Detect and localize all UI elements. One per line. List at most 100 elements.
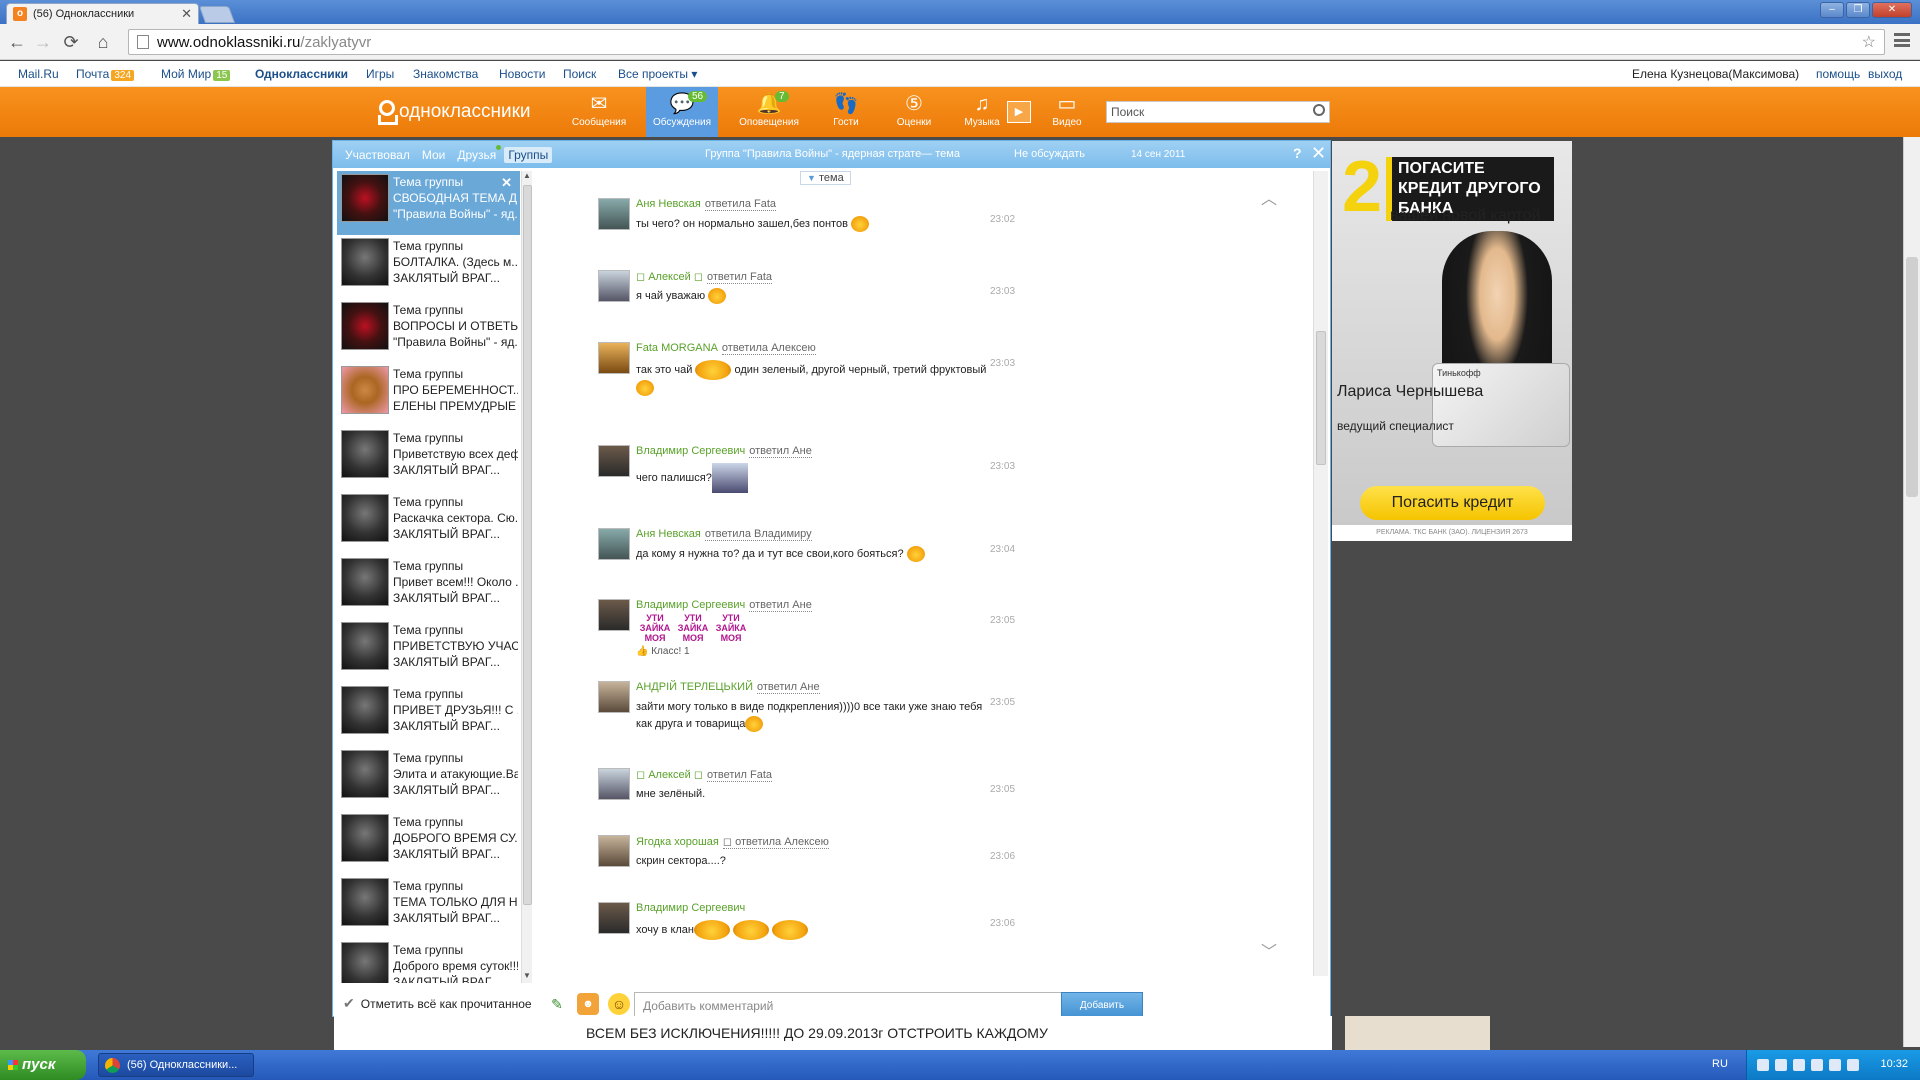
tab-close-icon[interactable]: ✕ [181,6,192,22]
chat-scrollbar[interactable] [1313,171,1328,976]
topics-scrollbar-thumb[interactable] [523,185,532,905]
message-reply-to[interactable]: ответил Ане [749,445,812,458]
nav-ratings[interactable]: ⑤ Оценки [878,87,950,137]
address-bar[interactable]: www.odnoklassniki.ru/zaklyatyvr ☆ [128,29,1885,55]
message-reply-to[interactable]: ◻ ответила Алексею [722,836,829,849]
avatar[interactable] [598,768,630,800]
list-item[interactable]: Тема группы ТЕМА ТОЛЬКО ДЛЯ Н... ЗАКЛЯТЫЙ … [337,875,520,939]
logout-link[interactable]: выход [1868,67,1902,81]
message-reply-to[interactable]: ответил Fata [706,769,773,782]
browser-tab[interactable]: о (56) Одноклассники ✕ [6,3,199,24]
list-item[interactable]: Тема группы Доброго время суток!!!... ЗАКЛ… [337,939,520,983]
list-item[interactable]: Тема группы СВОБОДНАЯ ТЕМА Д... "Правила В… [337,171,520,235]
avatar[interactable] [598,270,630,302]
list-item[interactable]: Тема группы ПРИВЕТ ДРУЗЬЯ!!! С ... ЗАКЛЯТЫ… [337,683,520,747]
message-author[interactable]: Владимир Сергеевич [636,902,745,914]
list-item[interactable]: Тема группы Приветствую всех деф... ЗАКЛЯТ… [337,427,520,491]
ok-logo[interactable]: одноклассники [377,100,531,124]
ad-cta-button[interactable]: Погасить кредит [1360,486,1545,520]
chevron-down-icon[interactable]: ﹀ [1261,938,1277,962]
message-author[interactable]: Ягодка хорошая [636,836,719,848]
tray-icon[interactable] [1811,1059,1823,1071]
avatar[interactable] [598,198,630,230]
message-reply-to[interactable]: ответил Ане [749,599,812,612]
tray-icon[interactable] [1793,1059,1805,1071]
user-name[interactable]: Елена Кузнецова(Максимова) [1632,67,1799,81]
smiley-icon[interactable]: ☺ [608,993,630,1015]
message-reply-to[interactable]: ответил Ане [757,681,820,694]
message-author[interactable]: Аня Невская [636,198,701,210]
tray-icon[interactable] [1775,1059,1787,1071]
message-author[interactable]: АНДРІЙ ТЕРЛЕЦЬКИЙ [636,681,753,693]
list-item[interactable]: Тема группы БОЛТАЛКА. (Здесь м... ЗАКЛЯТЫЙ… [337,235,520,299]
message-author[interactable]: ◻ Алексей ◻ [636,769,703,781]
message-author[interactable]: ◻ Алексей ◻ [636,271,703,283]
music-play-icon[interactable]: ▶ [1007,101,1031,123]
avatar[interactable] [598,902,630,934]
portal-link-news[interactable]: Новости [499,67,545,81]
home-icon[interactable]: ⌂ [92,31,114,53]
tab-friends[interactable]: Друзья [453,145,502,163]
portal-link-mailru[interactable]: Mail.Ru [18,67,59,81]
message-reply-to[interactable]: ответила Владимиру [704,528,812,541]
topic-tag[interactable]: ▼ тема [800,171,851,185]
avatar[interactable] [598,835,630,867]
topic-title[interactable]: Группа "Правила Войны" - ядерная страте—… [705,148,960,160]
reload-icon[interactable]: ⟳ [60,31,82,53]
list-item[interactable]: Тема группы Элита и атакующие.Ва... ЗАКЛЯТ… [337,747,520,811]
ok-search-input[interactable]: Поиск [1106,101,1330,123]
portal-link-all-projects[interactable]: Все проекты ▾ [618,67,697,81]
browser-menu-icon[interactable] [1894,33,1910,47]
ad-banner[interactable]: 2 ПОГАСИТЕ КРЕДИТ ДРУГОГО БАНКА вашей но… [1332,141,1572,541]
close-icon[interactable]: ✕ [1311,143,1326,164]
help-icon[interactable]: ? [1293,145,1302,161]
mark-all-read[interactable]: ✔ Отметить всё как прочитанное [343,995,532,1012]
clock[interactable]: 10:32 [1880,1058,1908,1070]
do-not-discuss-link[interactable]: Не обсуждать [1014,148,1085,160]
avatar[interactable] [598,528,630,560]
message-author[interactable]: Владимир Сергеевич [636,599,745,611]
nav-discussions[interactable]: 💬 56 Обсуждения [646,87,718,137]
remove-topic-icon[interactable]: ✕ [501,175,512,191]
chevron-up-icon[interactable]: ︿ [1261,185,1277,209]
maximize-button[interactable]: ❐ [1846,2,1870,18]
avatar[interactable] [598,342,630,374]
sticker-icon[interactable]: ☻ [577,993,599,1015]
scroll-up-arrow-icon[interactable]: ▲ [522,171,532,183]
portal-link-myworld[interactable]: Мой Мир 15 [161,67,231,81]
search-icon[interactable] [1313,104,1325,116]
portal-link-search[interactable]: Поиск [563,67,596,81]
help-link[interactable]: помощь [1816,67,1860,81]
page-scrollbar-thumb[interactable] [1906,257,1918,497]
avatar[interactable] [598,445,630,477]
avatar[interactable] [598,599,630,631]
message-author[interactable]: Владимир Сергеевич [636,445,745,457]
portal-link-dating[interactable]: Знакомства [413,67,478,81]
tab-participated[interactable]: Участвовал [341,147,414,163]
language-indicator[interactable]: RU [1712,1058,1728,1070]
message-reply-to[interactable]: ответила Алексею [721,342,816,355]
back-arrow-icon[interactable]: ← [6,31,28,53]
scroll-down-arrow-icon[interactable]: ▼ [522,971,532,983]
portal-link-odnoklassniki[interactable]: Одноклассники [255,67,348,81]
message-author[interactable]: Аня Невская [636,528,701,540]
topics-scrollbar[interactable]: ▲ ▼ [521,171,532,983]
forward-arrow-icon[interactable]: → [32,31,54,53]
avatar[interactable] [598,681,630,713]
new-tab-button[interactable] [198,6,236,23]
tab-groups[interactable]: Группы [504,147,553,163]
list-item[interactable]: Тема группы ДОБРОГО ВРЕМЯ СУ... ЗАКЛЯТЫЙ В… [337,811,520,875]
nav-guests[interactable]: 👣 Гости [810,87,882,137]
nav-messages[interactable]: ✉ Сообщения [563,87,635,137]
like-info[interactable]: 👍 Класс! 1 [636,643,1036,660]
list-item[interactable]: Тема группы ПРО БЕРЕМЕННОСТ... ЕЛЕНЫ ПРЕМУ… [337,363,520,427]
nav-notifications[interactable]: 🔔 7 Оповещения [733,87,805,137]
page-scrollbar[interactable] [1903,137,1920,1047]
list-item[interactable]: Тема группы ПРИВЕТСТВУЮ УЧАС... ЗАКЛЯТЫЙ В… [337,619,520,683]
taskbar-window-chrome[interactable]: (56) Одноклассники... [98,1053,254,1077]
tray-icon[interactable] [1847,1059,1859,1071]
tray-icon[interactable] [1829,1059,1841,1071]
list-item[interactable]: Тема группы Привет всем!!! Около ... ЗАКЛЯ… [337,555,520,619]
message-reply-to[interactable]: ответил Fata [706,271,773,284]
chat-scrollbar-thumb[interactable] [1316,331,1326,465]
